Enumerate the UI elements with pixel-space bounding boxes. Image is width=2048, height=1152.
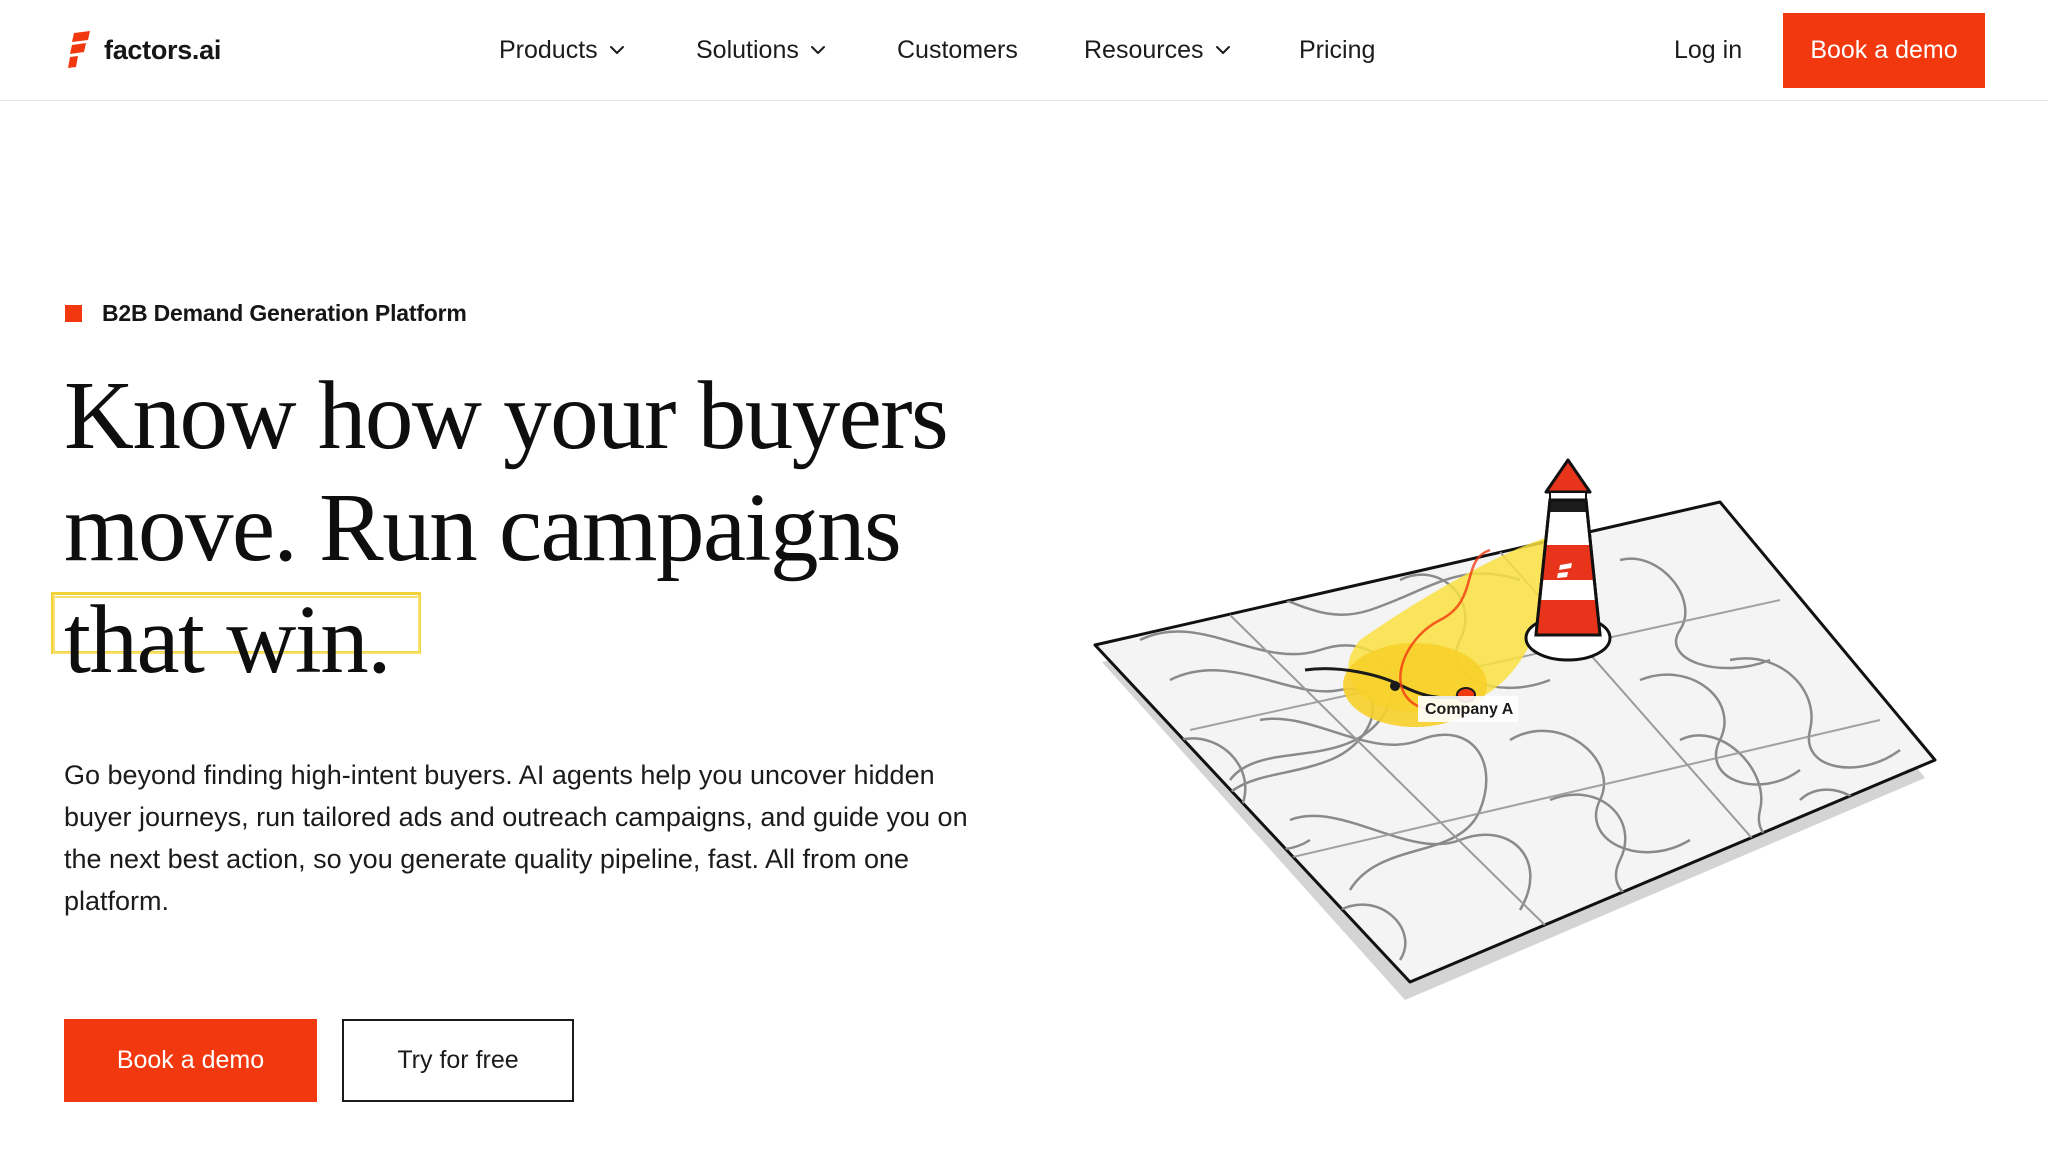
headline-line: Know how your buyers: [64, 362, 949, 469]
nav-item-label: Pricing: [1299, 35, 1376, 64]
nav-item-label: Customers: [897, 35, 1018, 64]
chevron-down-icon: [1215, 46, 1230, 54]
chevron-down-icon: [810, 46, 825, 54]
hero-headline: Know how your buyers move. Run campaigns…: [51, 360, 1064, 696]
hero-subcopy: Go beyond finding high-intent buyers. AI…: [64, 760, 968, 916]
headline-highlight: that win.: [51, 584, 421, 696]
chevron-down-icon: [609, 46, 624, 54]
eyebrow: B2B Demand Generation Platform: [65, 298, 467, 328]
book-demo-button[interactable]: Book a demo: [64, 1019, 317, 1102]
factors-logo-icon: [68, 31, 90, 68]
try-free-button[interactable]: Try for free: [342, 1019, 574, 1102]
nav-item-pricing[interactable]: Pricing: [1299, 30, 1375, 70]
login-link[interactable]: Log in: [1674, 30, 1742, 70]
headline-highlight-text: that win.: [64, 586, 391, 693]
nav-item-products[interactable]: Products: [499, 30, 626, 70]
nav-item-solutions[interactable]: Solutions: [696, 30, 827, 70]
nav-item-label: Resources: [1084, 35, 1204, 64]
book-demo-header-button[interactable]: Book a demo: [1783, 13, 1985, 88]
nav-item-customers[interactable]: Customers: [897, 30, 1018, 70]
headline-line-highlighted: that win.: [51, 584, 1064, 696]
nav-item-resources[interactable]: Resources: [1084, 30, 1232, 70]
nav-item-label: Products: [499, 35, 598, 64]
eyebrow-text: B2B Demand Generation Platform: [102, 299, 467, 326]
site-header: factors.ai Products Solutions Customers …: [0, 0, 2048, 101]
headline-line: move. Run campaigns: [64, 474, 902, 581]
company-label: Company A: [1425, 701, 1514, 718]
hero-illustration: Company A: [1093, 458, 1937, 1000]
logo[interactable]: factors.ai: [68, 30, 221, 70]
eyebrow-square-icon: [65, 304, 82, 322]
journey-dot: [1390, 681, 1400, 691]
nav-item-label: Solutions: [696, 35, 799, 64]
logo-text: factors.ai: [104, 34, 222, 65]
